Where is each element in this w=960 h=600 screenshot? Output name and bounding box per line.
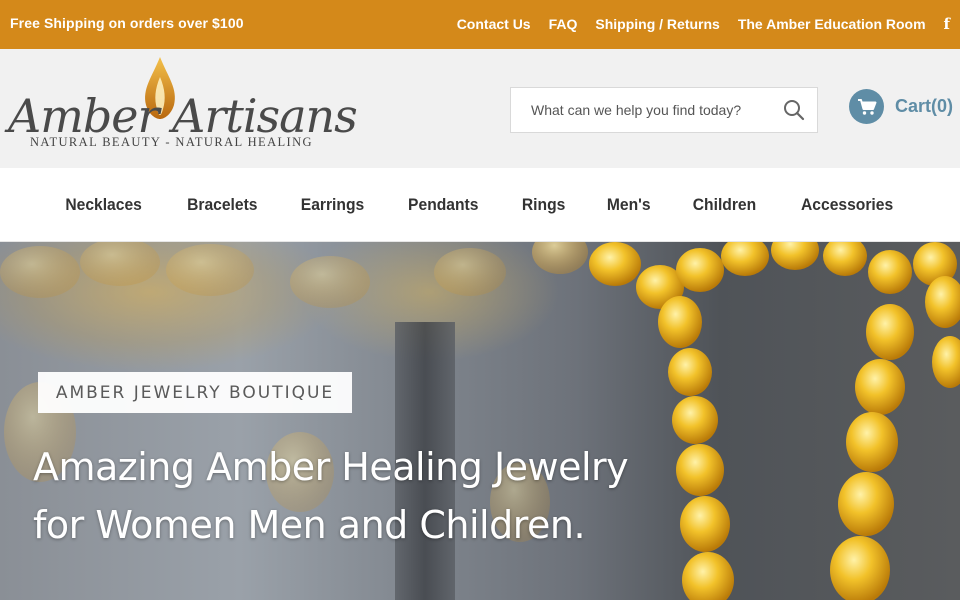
amber-education-room-link[interactable]: The Amber Education Room bbox=[738, 16, 926, 32]
amber-artisans-logo[interactable]: Amber Artisans NATURAL BEAUTY - NATURAL … bbox=[8, 53, 358, 163]
boutique-badge: AMBER JEWELRY BOUTIQUE bbox=[38, 372, 352, 413]
hero-headline-line1: Amazing Amber Healing Jewelry bbox=[33, 445, 629, 489]
nav-item-rings[interactable]: Rings bbox=[522, 195, 565, 215]
cart-label: Cart(0) bbox=[895, 96, 954, 116]
top-bar: Free Shipping on orders over $100 Contac… bbox=[0, 0, 960, 49]
main-nav: Necklaces Bracelets Earrings Pendants Ri… bbox=[0, 168, 960, 242]
cart-button[interactable]: Cart(0) bbox=[849, 89, 953, 124]
facebook-icon[interactable]: f bbox=[944, 15, 950, 33]
hero-headline-line2: for Women Men and Children. bbox=[33, 503, 586, 547]
nav-item-accessories[interactable]: Accessories bbox=[801, 195, 893, 215]
nav-item-pendants[interactable]: Pendants bbox=[408, 195, 478, 215]
nav-item-children[interactable]: Children bbox=[693, 195, 756, 215]
hero-headline: Amazing Amber Healing Jewelry for Women … bbox=[33, 438, 673, 554]
nav-item-bracelets[interactable]: Bracelets bbox=[187, 195, 257, 215]
search-input[interactable] bbox=[511, 88, 771, 132]
logo-tagline: NATURAL BEAUTY - NATURAL HEALING bbox=[30, 135, 313, 149]
boutique-badge-text: AMBER JEWELRY BOUTIQUE bbox=[55, 382, 335, 403]
nav-item-earrings[interactable]: Earrings bbox=[301, 195, 364, 215]
search-icon[interactable] bbox=[783, 99, 805, 121]
faq-link[interactable]: FAQ bbox=[549, 16, 578, 32]
hero-banner[interactable]: AMBER JEWELRY BOUTIQUE Amazing Amber Hea… bbox=[0, 242, 960, 600]
contact-us-link[interactable]: Contact Us bbox=[457, 16, 531, 32]
site-header: Amber Artisans NATURAL BEAUTY - NATURAL … bbox=[0, 49, 960, 168]
top-links: Contact Us FAQ Shipping / Returns The Am… bbox=[439, 15, 950, 33]
nav-item-mens[interactable]: Men's bbox=[607, 195, 651, 215]
free-shipping-promo: Free Shipping on orders over $100 bbox=[10, 15, 244, 31]
nav-item-necklaces[interactable]: Necklaces bbox=[66, 195, 143, 215]
shipping-returns-link[interactable]: Shipping / Returns bbox=[595, 16, 719, 32]
search-box bbox=[510, 87, 818, 133]
cart-icon bbox=[849, 89, 884, 124]
